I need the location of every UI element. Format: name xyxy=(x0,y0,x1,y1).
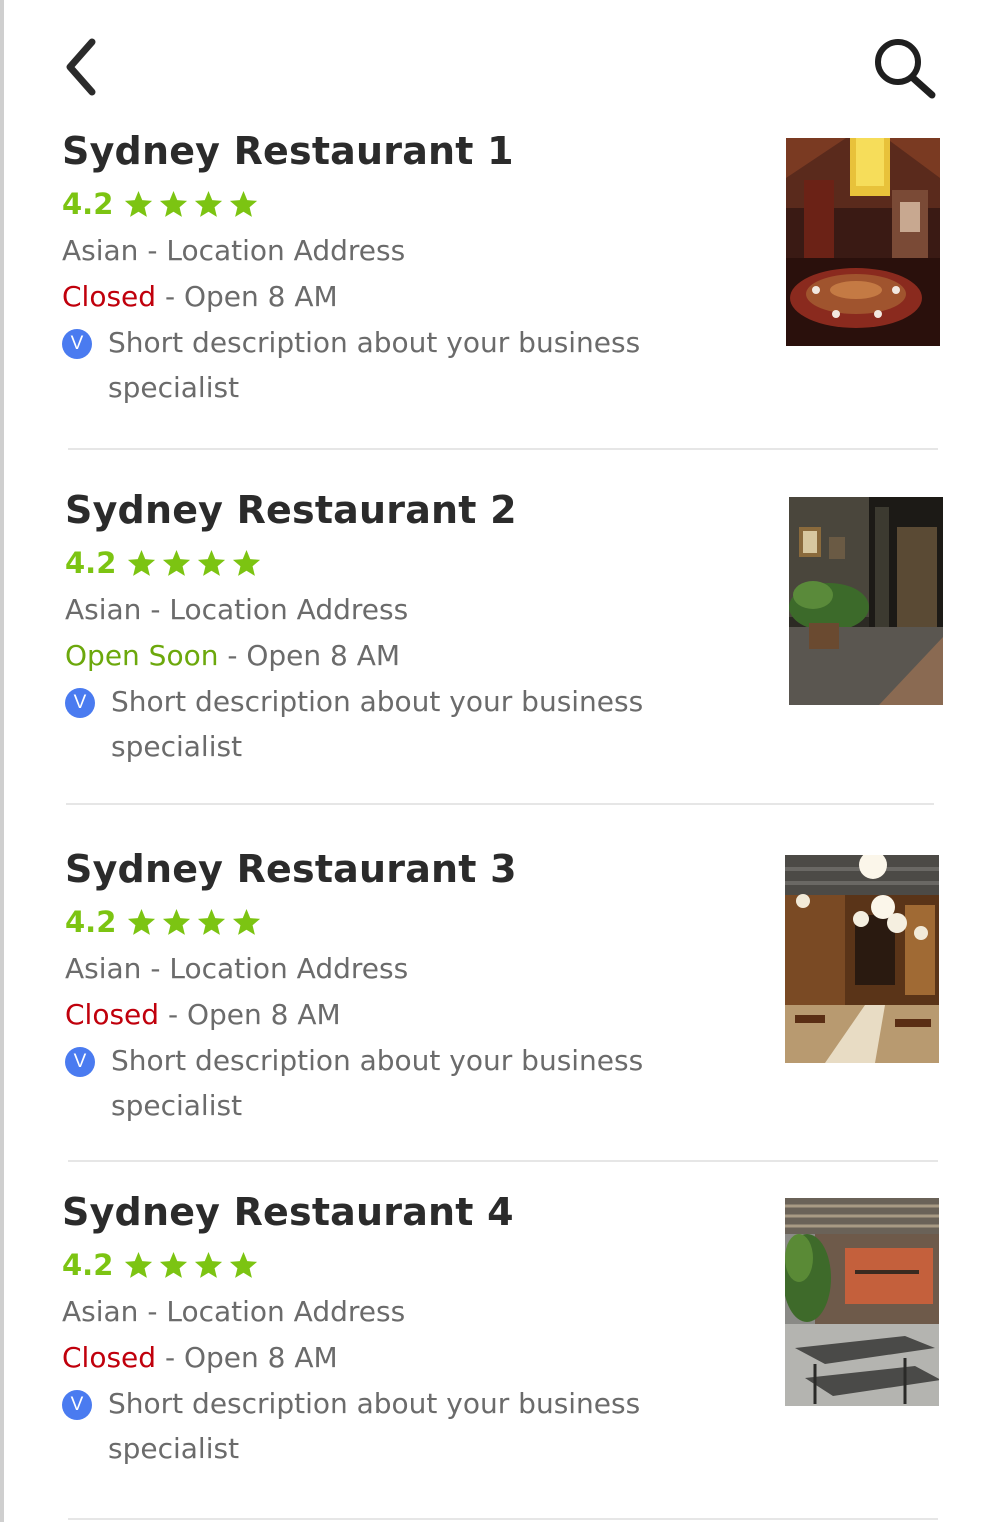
status-row: Closed - Open 8 AM xyxy=(65,992,755,1038)
status-label: Closed xyxy=(65,998,160,1031)
star-rating xyxy=(126,907,262,938)
status-row: Closed - Open 8 AM xyxy=(62,274,752,320)
cuisine-location: Asian - Location Address xyxy=(65,593,409,626)
search-icon xyxy=(875,39,936,99)
opening-hours: - Open 8 AM xyxy=(159,998,341,1031)
restaurant-info: Sydney Restaurant 4 4.2 Asian - Location… xyxy=(62,1189,752,1471)
description-row: V Short description about your business … xyxy=(65,679,755,769)
star-icon xyxy=(160,190,188,217)
status-row: Closed - Open 8 AM xyxy=(62,1335,752,1381)
opening-hours: - Open 8 AM xyxy=(156,280,338,313)
opening-hours: - Open 8 AM xyxy=(218,639,401,672)
rating-row: 4.2 xyxy=(62,184,752,224)
star-rating xyxy=(126,548,262,579)
star-icon xyxy=(198,549,226,576)
rating-row: 4.2 xyxy=(65,902,755,942)
star-icon xyxy=(230,1251,258,1278)
business-description: Short description about your business sp… xyxy=(108,1387,641,1465)
search-button[interactable] xyxy=(866,32,942,108)
business-description: Short description about your business sp… xyxy=(108,326,641,404)
cuisine-location: Asian - Location Address xyxy=(62,234,406,267)
rating-value: 4.2 xyxy=(62,1248,114,1282)
divider xyxy=(68,448,938,450)
restaurant-photo[interactable] xyxy=(785,855,939,1063)
restaurant-info: Sydney Restaurant 3 4.2 Asian - Location… xyxy=(65,846,755,1128)
description-row: V Short description about your business … xyxy=(62,320,752,410)
star-icon xyxy=(198,908,226,935)
star-icon xyxy=(163,549,191,576)
status-label: Closed xyxy=(62,1341,157,1374)
star-icon xyxy=(128,549,156,576)
description-row: V Short description about your business … xyxy=(65,1038,755,1128)
star-rating xyxy=(123,189,259,220)
star-icon xyxy=(160,1251,188,1278)
star-icon xyxy=(195,190,223,217)
verified-badge-icon: V xyxy=(62,329,92,359)
status-label: Closed xyxy=(62,280,157,313)
rating-value: 4.2 xyxy=(65,546,117,580)
rating-value: 4.2 xyxy=(65,905,117,939)
restaurant-info: Sydney Restaurant 2 4.2 Asian - Location… xyxy=(65,487,755,769)
star-icon xyxy=(195,1251,223,1278)
star-icon xyxy=(125,1251,153,1278)
divider xyxy=(68,1160,938,1162)
restaurant-name: Sydney Restaurant 2 xyxy=(65,488,517,532)
restaurant-name: Sydney Restaurant 1 xyxy=(62,129,514,173)
opening-hours: - Open 8 AM xyxy=(156,1341,338,1374)
verified-badge-icon: V xyxy=(65,1047,95,1077)
star-icon xyxy=(128,908,156,935)
business-description: Short description about your business sp… xyxy=(111,1044,644,1122)
rating-row: 4.2 xyxy=(65,543,755,583)
divider xyxy=(66,803,934,805)
restaurant-photo[interactable] xyxy=(786,138,940,346)
restaurant-name: Sydney Restaurant 3 xyxy=(65,847,517,891)
star-rating xyxy=(123,1250,259,1281)
top-app-bar xyxy=(4,0,989,120)
status-label: Open Soon xyxy=(65,639,219,672)
restaurant-list-screen: Sydney Restaurant 1 4.2 Asian - Location… xyxy=(0,0,989,1522)
verified-badge-icon: V xyxy=(65,688,95,718)
star-icon xyxy=(233,549,261,576)
restaurant-info: Sydney Restaurant 1 4.2 Asian - Location… xyxy=(62,128,752,410)
restaurant-name: Sydney Restaurant 4 xyxy=(62,1190,514,1234)
divider xyxy=(68,1518,938,1520)
restaurant-photo[interactable] xyxy=(789,497,943,705)
cuisine-location: Asian - Location Address xyxy=(65,952,409,985)
restaurant-photo[interactable] xyxy=(785,1198,939,1406)
business-description: Short description about your business sp… xyxy=(111,685,644,763)
verified-badge-icon: V xyxy=(62,1390,92,1420)
rating-row: 4.2 xyxy=(62,1245,752,1285)
description-row: V Short description about your business … xyxy=(62,1381,752,1471)
cuisine-location: Asian - Location Address xyxy=(62,1295,406,1328)
back-button[interactable] xyxy=(56,30,112,104)
star-icon xyxy=(163,908,191,935)
chevron-left-icon xyxy=(66,38,96,96)
star-icon xyxy=(230,190,258,217)
star-icon xyxy=(125,190,153,217)
star-icon xyxy=(233,908,261,935)
status-row: Open Soon - Open 8 AM xyxy=(65,633,755,679)
rating-value: 4.2 xyxy=(62,187,114,221)
